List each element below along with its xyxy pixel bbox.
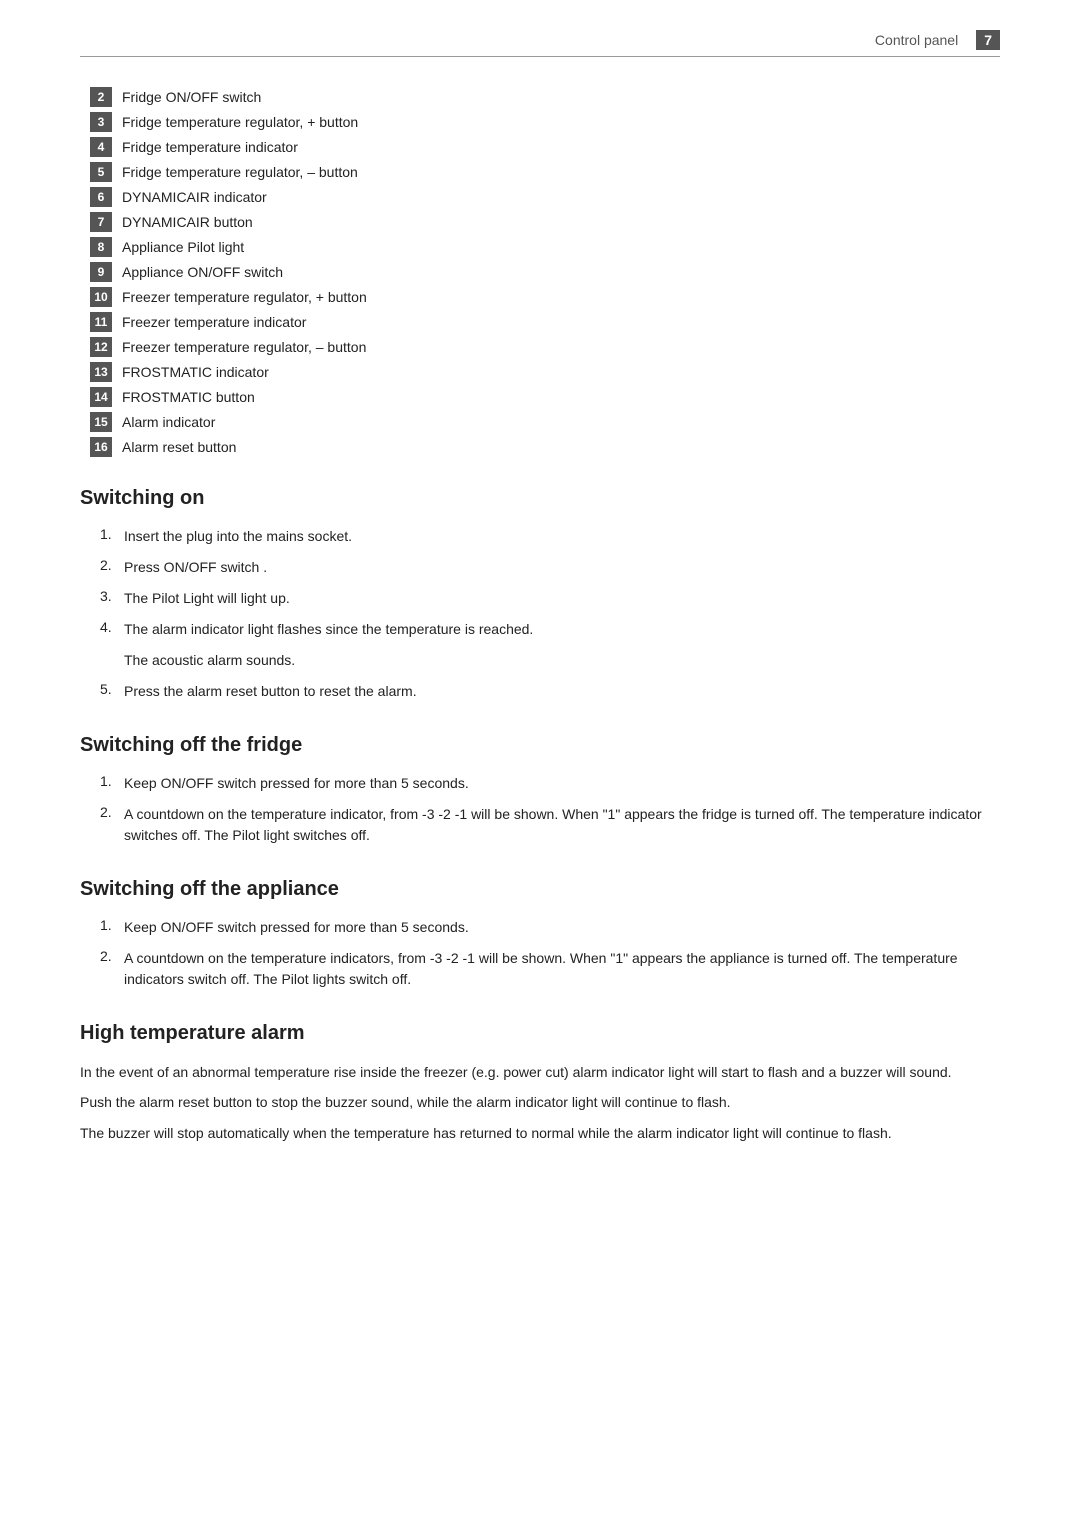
switching-off-appliance-title: Switching off the appliance: [80, 878, 1000, 901]
list-item: 13 FROSTMATIC indicator: [90, 362, 1000, 382]
list-item: 1.Insert the plug into the mains socket.: [80, 526, 1000, 547]
switching-off-fridge-title: Switching off the fridge: [80, 734, 1000, 757]
list-item: 9 Appliance ON/OFF switch: [90, 262, 1000, 282]
list-item: 3 Fridge temperature regulator, + button: [90, 112, 1000, 132]
alarm-paragraph: The buzzer will stop automatically when …: [80, 1122, 1000, 1144]
item-badge: 14: [90, 387, 112, 407]
step-number: 1.: [100, 526, 124, 547]
item-label: FROSTMATIC button: [122, 389, 255, 405]
list-item: 5 Fridge temperature regulator, – button: [90, 162, 1000, 182]
item-badge: 6: [90, 187, 112, 207]
item-badge: 3: [90, 112, 112, 132]
step-number: 1.: [100, 917, 124, 938]
list-item: 15 Alarm indicator: [90, 412, 1000, 432]
header-title: Control panel: [875, 32, 958, 48]
item-label: Freezer temperature regulator, + button: [122, 289, 367, 305]
high-temp-alarm-section: High temperature alarm In the event of a…: [80, 1022, 1000, 1144]
list-item: 6 DYNAMICAIR indicator: [90, 187, 1000, 207]
list-item: 4.The alarm indicator light flashes sinc…: [80, 619, 1000, 640]
item-label: DYNAMICAIR indicator: [122, 189, 267, 205]
list-item: 4 Fridge temperature indicator: [90, 137, 1000, 157]
item-badge: 11: [90, 312, 112, 332]
item-badge: 15: [90, 412, 112, 432]
list-item: 1.Keep ON/OFF switch pressed for more th…: [80, 917, 1000, 938]
list-item: 11 Freezer temperature indicator: [90, 312, 1000, 332]
list-item: 14 FROSTMATIC button: [90, 387, 1000, 407]
step-number: 2.: [100, 948, 124, 990]
sub-step-text: The acoustic alarm sounds.: [124, 650, 295, 671]
item-label: FROSTMATIC indicator: [122, 364, 269, 380]
item-label: Fridge temperature regulator, + button: [122, 114, 358, 130]
alarm-paragraph: In the event of an abnormal temperature …: [80, 1061, 1000, 1083]
item-label: Appliance ON/OFF switch: [122, 264, 283, 280]
step-text: Keep ON/OFF switch pressed for more than…: [124, 917, 469, 938]
list-item: 2.A countdown on the temperature indicat…: [80, 948, 1000, 990]
switching-off-appliance-section: Switching off the appliance 1.Keep ON/OF…: [80, 878, 1000, 990]
list-item: 12 Freezer temperature regulator, – butt…: [90, 337, 1000, 357]
item-label: Freezer temperature regulator, – button: [122, 339, 366, 355]
item-badge: 2: [90, 87, 112, 107]
item-badge: 9: [90, 262, 112, 282]
item-badge: 13: [90, 362, 112, 382]
step-number: 4.: [100, 619, 124, 640]
item-label: DYNAMICAIR button: [122, 214, 253, 230]
item-label: Fridge temperature regulator, – button: [122, 164, 358, 180]
item-badge: 8: [90, 237, 112, 257]
item-label: Fridge ON/OFF switch: [122, 89, 261, 105]
list-item: 7 DYNAMICAIR button: [90, 212, 1000, 232]
item-badge: 10: [90, 287, 112, 307]
alarm-paragraph: Push the alarm reset button to stop the …: [80, 1091, 1000, 1113]
high-temp-alarm-paragraphs: In the event of an abnormal temperature …: [80, 1061, 1000, 1144]
step-number: 2.: [100, 557, 124, 578]
item-label: Alarm indicator: [122, 414, 215, 430]
step-number: 2.: [100, 804, 124, 846]
switching-off-fridge-section: Switching off the fridge 1.Keep ON/OFF s…: [80, 734, 1000, 846]
item-badge: 5: [90, 162, 112, 182]
list-item: 2 Fridge ON/OFF switch: [90, 87, 1000, 107]
high-temp-alarm-title: High temperature alarm: [80, 1022, 1000, 1045]
item-label: Appliance Pilot light: [122, 239, 244, 255]
step-text: Press the alarm reset button to reset th…: [124, 681, 417, 702]
list-item: 3.The Pilot Light will light up.: [80, 588, 1000, 609]
item-badge: 4: [90, 137, 112, 157]
switching-on-section: Switching on 1.Insert the plug into the …: [80, 487, 1000, 702]
list-item: 16 Alarm reset button: [90, 437, 1000, 457]
step-text: A countdown on the temperature indicator…: [124, 948, 1000, 990]
switching-on-title: Switching on: [80, 487, 1000, 510]
step-number: 5.: [100, 681, 124, 702]
list-item: 5.Press the alarm reset button to reset …: [80, 681, 1000, 702]
item-label: Fridge temperature indicator: [122, 139, 298, 155]
sub-step: The acoustic alarm sounds.: [80, 650, 1000, 671]
item-badge: 12: [90, 337, 112, 357]
step-text: Keep ON/OFF switch pressed for more than…: [124, 773, 469, 794]
list-item: 2.A countdown on the temperature indicat…: [80, 804, 1000, 846]
page-number: 7: [976, 30, 1000, 50]
step-text: The Pilot Light will light up.: [124, 588, 290, 609]
page-header: Control panel 7: [80, 30, 1000, 57]
step-number: 1.: [100, 773, 124, 794]
step-number: 3.: [100, 588, 124, 609]
switching-on-steps: 1.Insert the plug into the mains socket.…: [80, 526, 1000, 702]
item-badge: 16: [90, 437, 112, 457]
step-text: Insert the plug into the mains socket.: [124, 526, 352, 547]
list-item: 10 Freezer temperature regulator, + butt…: [90, 287, 1000, 307]
list-item: 1.Keep ON/OFF switch pressed for more th…: [80, 773, 1000, 794]
item-label: Alarm reset button: [122, 439, 236, 455]
step-text: Press ON/OFF switch .: [124, 557, 267, 578]
switching-off-fridge-steps: 1.Keep ON/OFF switch pressed for more th…: [80, 773, 1000, 846]
item-badge: 7: [90, 212, 112, 232]
switching-off-appliance-steps: 1.Keep ON/OFF switch pressed for more th…: [80, 917, 1000, 990]
item-list: 2 Fridge ON/OFF switch 3 Fridge temperat…: [80, 87, 1000, 457]
list-item: 2.Press ON/OFF switch .: [80, 557, 1000, 578]
step-text: A countdown on the temperature indicator…: [124, 804, 1000, 846]
list-item: 8 Appliance Pilot light: [90, 237, 1000, 257]
step-text: The alarm indicator light flashes since …: [124, 619, 533, 640]
item-label: Freezer temperature indicator: [122, 314, 306, 330]
